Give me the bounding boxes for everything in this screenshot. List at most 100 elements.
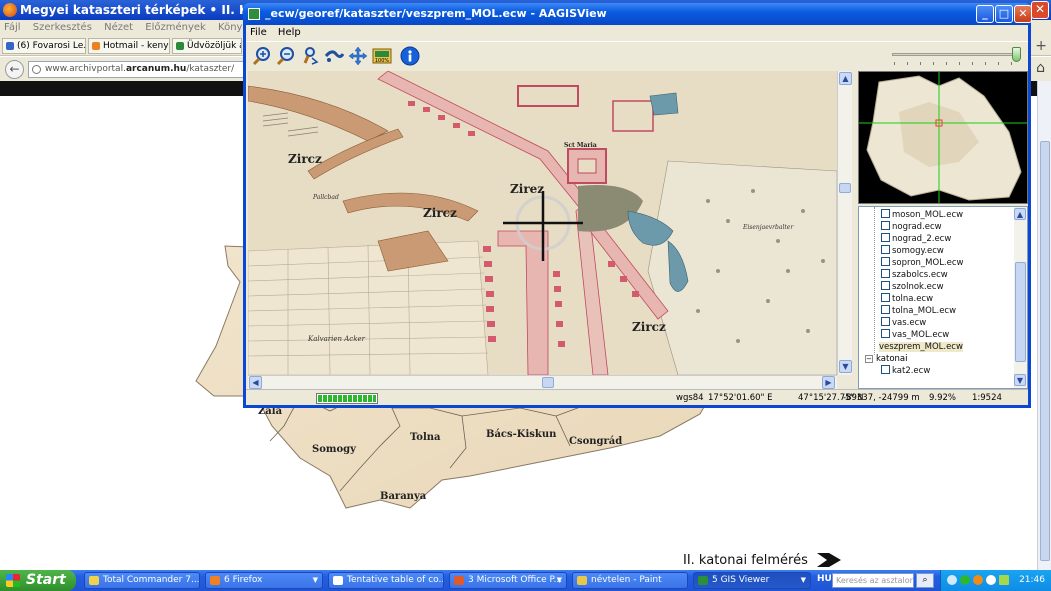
page-scroll-thumb[interactable] [1040,141,1050,561]
county-label-somogy: Somogy [312,444,356,455]
zoom-slider-handle[interactable] [1012,47,1021,62]
bookmark-udvozoljuk[interactable]: Üdvözöljük a L [172,38,242,54]
layer-checkbox[interactable] [881,221,890,230]
task-paint[interactable]: névtelen - Paint [572,572,688,589]
layer-moson-mol[interactable]: moson_MOL.ecw [881,209,963,221]
language-indicator[interactable]: HU [817,574,832,584]
overview-map[interactable] [858,71,1028,204]
tray-arrow-icon[interactable] [947,575,957,585]
search-icon[interactable]: ⌕ [916,573,934,588]
menu-edit[interactable]: Szerkesztés [33,22,92,33]
cadastral-map-image[interactable]: Zircz Zirez Zircz Zircz Sct Maria Pallcb… [248,71,837,375]
volume-icon[interactable] [986,575,996,585]
map-label-zircz-2: Zircz [423,206,457,220]
scroll-up-icon[interactable]: ▲ [1014,208,1026,220]
layer-tree-scroll-thumb[interactable] [1015,262,1026,362]
collapse-icon[interactable]: − [865,355,873,363]
task-gis-viewer[interactable]: 5 GIS Viewer ▼ [693,572,811,589]
layer-sopron-mol[interactable]: sopron_MOL.ecw [881,257,964,269]
layer-szabolcs[interactable]: szabolcs.ecw [881,269,948,281]
bookmark-hotmail[interactable]: Hotmail - kenye... [88,38,170,54]
pan-icon[interactable] [324,46,344,66]
aagisview-window: _ecw/georef/kataszter/veszprem_MOL.ecw -… [243,3,1032,408]
task-tentative-table[interactable]: Tentative table of co... [328,572,444,589]
layer-nograd-2[interactable]: nograd_2.ecw [881,233,951,245]
layer-tree-scrollbar[interactable]: ▲ ▼ [1014,207,1027,388]
scroll-right-icon[interactable]: ▶ [822,376,835,389]
layer-checkbox[interactable] [881,317,890,326]
layer-nograd[interactable]: nograd.ecw [881,221,942,233]
layer-checkbox[interactable] [881,209,890,218]
layer-tree: moson_MOL.ecw nograd.ecw nograd_2.ecw so… [858,206,1028,389]
page-scrollbar[interactable] [1037,81,1051,570]
layer-checkbox[interactable] [881,329,890,338]
new-tab-icon[interactable]: + [1035,38,1047,54]
close-button[interactable]: ✕ [1014,5,1032,23]
layer-szolnok[interactable]: szolnok.ecw [881,281,944,293]
status-scale: 1:9524 [972,393,1002,403]
dropdown-arrow-icon: ▼ [800,576,806,584]
zoom-in-icon[interactable] [252,46,272,66]
svg-text:100%: 100% [375,58,390,64]
menu-view[interactable]: Nézet [104,22,133,33]
zoom-100-icon[interactable]: 100% [372,46,392,66]
menu-file[interactable]: Fájl [4,22,21,33]
overview-map-image[interactable] [859,72,1027,203]
scroll-down-icon[interactable]: ▼ [1014,374,1026,386]
layer-checkbox[interactable] [881,281,890,290]
task-firefox[interactable]: 6 Firefox ▼ [205,572,323,589]
browser-close-button[interactable]: ✕ [1031,1,1049,19]
layer-vas-mol[interactable]: vas_MOL.ecw [881,329,949,341]
scroll-left-icon[interactable]: ◀ [249,376,262,389]
map-hscroll-thumb[interactable] [542,377,554,388]
layer-veszprem-mol-selected[interactable]: veszprem_MOL.ecw [879,341,963,353]
layer-checkbox[interactable] [881,233,890,242]
info-icon[interactable] [400,46,420,66]
home-icon[interactable]: ⌂ [1036,60,1045,76]
layer-tolna[interactable]: tolna.ecw [881,293,933,305]
layer-vas[interactable]: vas.ecw [881,317,926,329]
layer-checkbox[interactable] [881,245,890,254]
minimize-button[interactable]: _ [976,5,994,23]
aagisview-title-bar[interactable]: _ecw/georef/kataszter/veszprem_MOL.ecw -… [243,3,1032,25]
map-horizontal-scrollbar[interactable]: ◀ ▶ [248,375,837,389]
layer-checkbox[interactable] [881,365,890,374]
task-total-commander[interactable]: Total Commander 7.... [84,572,200,589]
move-icon[interactable] [348,46,368,66]
menu-help[interactable]: Help [278,27,301,38]
layer-checkbox[interactable] [881,257,890,266]
firefox-tray-icon[interactable] [973,575,983,585]
layer-kat2[interactable]: kat2.ecw [881,365,930,377]
scroll-down-icon[interactable]: ▼ [839,360,852,373]
layer-checkbox[interactable] [881,305,890,314]
desktop-search-input[interactable]: Keresés az asztalon [832,573,914,588]
layer-tolna-mol[interactable]: tolna_MOL.ecw [881,305,956,317]
start-button[interactable]: Start [0,570,76,591]
zoom-rectangle-icon[interactable] [300,46,320,66]
status-datum: wgs84 [676,393,704,403]
layer-group-katonai[interactable]: − katonai [865,353,907,365]
back-icon[interactable]: ← [5,60,24,79]
network-icon[interactable] [960,575,970,585]
map-caption[interactable]: II. katonai felmérés [683,553,808,568]
maximize-button[interactable]: □ [995,5,1013,23]
layer-checkbox[interactable] [881,269,890,278]
menu-history[interactable]: Előzmények [145,22,206,33]
map-view[interactable]: Zircz Zirez Zircz Zircz Sct Maria Pallcb… [248,71,837,375]
signal-icon[interactable] [999,575,1009,585]
layer-checkbox[interactable] [881,293,890,302]
bookmark-fovarosi[interactable]: (6) Fovarosi Le... [2,38,86,54]
clock[interactable]: 21:46 [1019,570,1045,591]
zoom-slider[interactable] [892,46,1022,68]
url-bar[interactable]: www.archivportal.arcanum.hu/kataszter/ [28,61,258,78]
map-vscroll-thumb[interactable] [839,183,851,193]
next-arrow-icon[interactable] [815,551,843,569]
layer-somogy[interactable]: somogy.ecw [881,245,944,257]
zoom-out-icon[interactable] [276,46,296,66]
scroll-up-icon[interactable]: ▲ [839,72,852,85]
zoom-slider-track[interactable] [892,53,1018,56]
map-label-sct-maria: Sct Maria [564,142,597,149]
task-microsoft-office[interactable]: 3 Microsoft Office P... ▼ [449,572,567,589]
menu-file[interactable]: File [250,27,267,38]
map-vertical-scrollbar[interactable]: ▲ ▼ [837,71,852,375]
